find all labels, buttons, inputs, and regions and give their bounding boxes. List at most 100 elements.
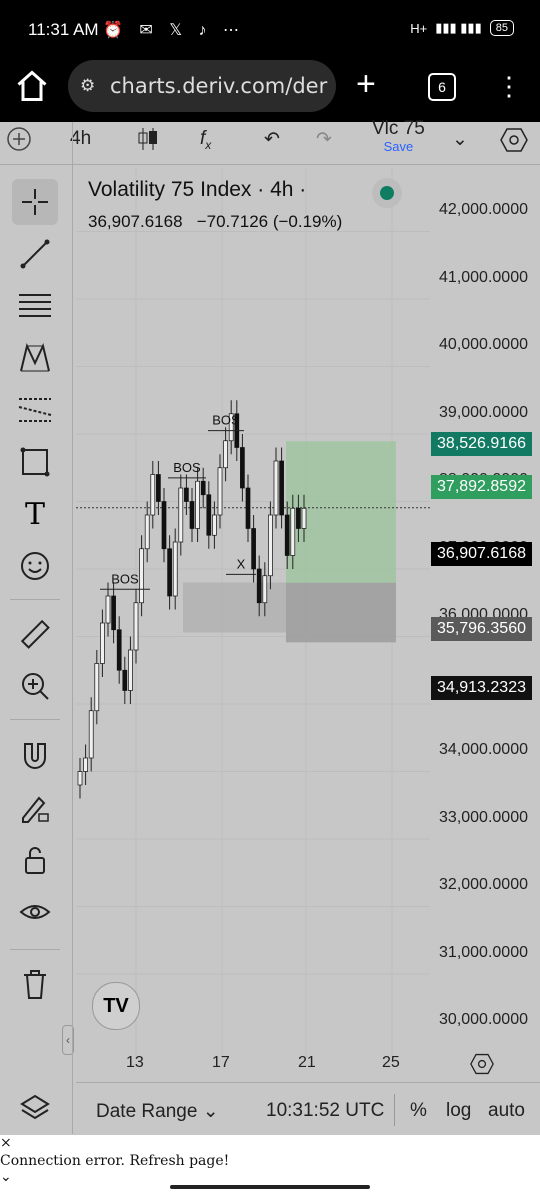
eye-icon[interactable] xyxy=(12,889,58,935)
status-bar: 11:31 AM ⏰ ✉ 𝕏 ♪ ⋯ H+ ▮▮▮ ▮▮▮ 85 xyxy=(0,0,540,60)
candle-body xyxy=(133,602,139,651)
demand-zone xyxy=(183,582,286,633)
zoom-icon[interactable] xyxy=(12,663,58,709)
log-toggle[interactable]: log xyxy=(446,1100,471,1122)
magnet-icon[interactable] xyxy=(12,733,58,779)
tradingview-logo[interactable]: TV xyxy=(92,982,140,1030)
settings-icon[interactable] xyxy=(470,1052,494,1081)
price-axis[interactable]: 42,000.0000 41,000.0000 40,000.0000 39,000.… xyxy=(431,168,540,1058)
candle-body xyxy=(77,771,83,786)
candle-body xyxy=(139,548,144,604)
bottom-divider xyxy=(76,1082,540,1083)
legend-price: 36,907.6168 xyxy=(88,212,183,231)
gesture-handle xyxy=(170,1185,370,1189)
time-axis[interactable]: 13 17 21 25 xyxy=(76,1052,506,1082)
price-axis-label: 33,000.0000 xyxy=(439,808,528,826)
candle-body xyxy=(116,629,122,671)
tabs-icon[interactable]: 6 xyxy=(428,73,456,101)
price-axis-label: 31,000.0000 xyxy=(439,943,528,961)
tuner-icon[interactable]: ⚙ xyxy=(80,60,95,112)
candle-body xyxy=(284,514,290,556)
text-icon[interactable]: T xyxy=(12,491,58,537)
stop-zone xyxy=(286,582,396,643)
candle-body xyxy=(184,487,189,502)
candle-body xyxy=(195,480,200,529)
chevron-down-icon[interactable]: ⌄ xyxy=(452,128,468,151)
redo-icon[interactable]: ↷ xyxy=(316,128,332,151)
plus-icon[interactable]: + xyxy=(356,64,376,104)
x-annotation-label: X xyxy=(237,556,246,571)
lock-icon[interactable] xyxy=(12,837,58,883)
candle-body xyxy=(217,467,223,516)
legend-values: 36,907.6168 −70.7126 (−0.19%) xyxy=(88,212,342,232)
candle-body xyxy=(200,480,206,496)
time-axis-label: 25 xyxy=(382,1054,400,1071)
layers-icon[interactable] xyxy=(12,1085,58,1131)
symbol-selector[interactable]: Vlc 75 Save xyxy=(372,118,425,156)
candle-body xyxy=(161,501,167,550)
pencil-lock-icon[interactable] xyxy=(12,785,58,831)
shape-icon[interactable] xyxy=(12,439,58,485)
percent-toggle[interactable]: % xyxy=(410,1100,427,1122)
candle-body xyxy=(100,622,105,664)
candle-body xyxy=(223,440,228,469)
chart-toolbar: 4h fx ↶ ↷ Vlc 75 Save ⌄ xyxy=(0,118,540,164)
candle-body xyxy=(111,595,116,631)
price-tag-entry: 37,892.8592 xyxy=(431,475,532,500)
trash-icon[interactable] xyxy=(12,961,58,1007)
live-indicator xyxy=(372,178,402,208)
save-button[interactable]: Save xyxy=(372,138,425,156)
auto-toggle[interactable]: auto xyxy=(488,1100,525,1122)
candle-body xyxy=(296,507,301,529)
candle-body xyxy=(167,548,172,597)
price-axis-label: 42,000.0000 xyxy=(439,201,528,218)
price-tag-current: 36,907.6168 xyxy=(431,541,532,566)
pattern-icon[interactable] xyxy=(12,335,58,381)
undo-icon[interactable]: ↶ xyxy=(264,128,280,151)
candle-body xyxy=(268,514,273,577)
add-symbol-icon[interactable] xyxy=(6,126,32,158)
url-bar[interactable]: ⚙ charts.deriv.com/der xyxy=(68,60,336,112)
chart-canvas[interactable]: BOS BOS BOS X xyxy=(76,168,430,1058)
price-tag-target: 38,526.9166 xyxy=(431,432,532,457)
emoji-icon[interactable] xyxy=(12,543,58,589)
clock: 10:31:52 UTC xyxy=(266,1100,385,1121)
candle-body xyxy=(156,474,161,502)
error-message: Connection error. Refresh page! xyxy=(0,1153,230,1169)
prediction-icon[interactable] xyxy=(12,387,58,433)
date-range-label: Date Range xyxy=(96,1101,198,1122)
price-axis-label: 30,000.0000 xyxy=(439,1011,528,1028)
price-tag-stop: 35,796.3560 xyxy=(431,616,532,641)
candle-body xyxy=(105,595,111,624)
candle-body xyxy=(83,757,88,772)
browser-bar: ⚙ charts.deriv.com/der + 6 ⋮ xyxy=(0,60,540,122)
trendline-icon[interactable] xyxy=(12,231,58,277)
error-banner: × Connection error. Refresh page! ⌄ xyxy=(0,1135,540,1199)
chart-legend: Volatility 75 Index · 4h · 36,907.6168 −… xyxy=(88,178,342,232)
kebab-icon[interactable]: ⋮ xyxy=(496,66,522,106)
drawing-toolbar: T ‹ xyxy=(0,165,74,1177)
candle-body xyxy=(144,514,150,550)
ruler-icon[interactable] xyxy=(12,611,58,657)
date-range-button[interactable]: Date Range ⌄ xyxy=(96,1100,219,1123)
home-icon[interactable] xyxy=(14,68,50,104)
candles-icon[interactable] xyxy=(136,126,160,158)
settings-icon[interactable] xyxy=(500,126,528,160)
toolbar-separator xyxy=(10,949,60,950)
interval-button[interactable]: 4h xyxy=(70,128,91,150)
fib-icon[interactable] xyxy=(12,283,58,329)
candle-body xyxy=(273,460,279,516)
crosshair-icon[interactable] xyxy=(12,179,58,225)
close-icon[interactable]: × xyxy=(0,1135,12,1151)
sidebar-divider xyxy=(72,122,73,1134)
candle-body xyxy=(150,474,156,516)
bos-annotation-label: BOS xyxy=(173,460,201,475)
symbol-label: Vlc 75 xyxy=(372,118,425,139)
candle-body xyxy=(301,507,307,529)
indicators-icon[interactable]: fx xyxy=(200,128,211,152)
bos-annotation-label: BOS xyxy=(111,571,139,586)
chevron-down-icon[interactable]: ⌄ xyxy=(0,1169,12,1185)
candle-body xyxy=(122,669,128,691)
toolbar-separator xyxy=(10,599,60,600)
candle-body xyxy=(94,663,100,712)
